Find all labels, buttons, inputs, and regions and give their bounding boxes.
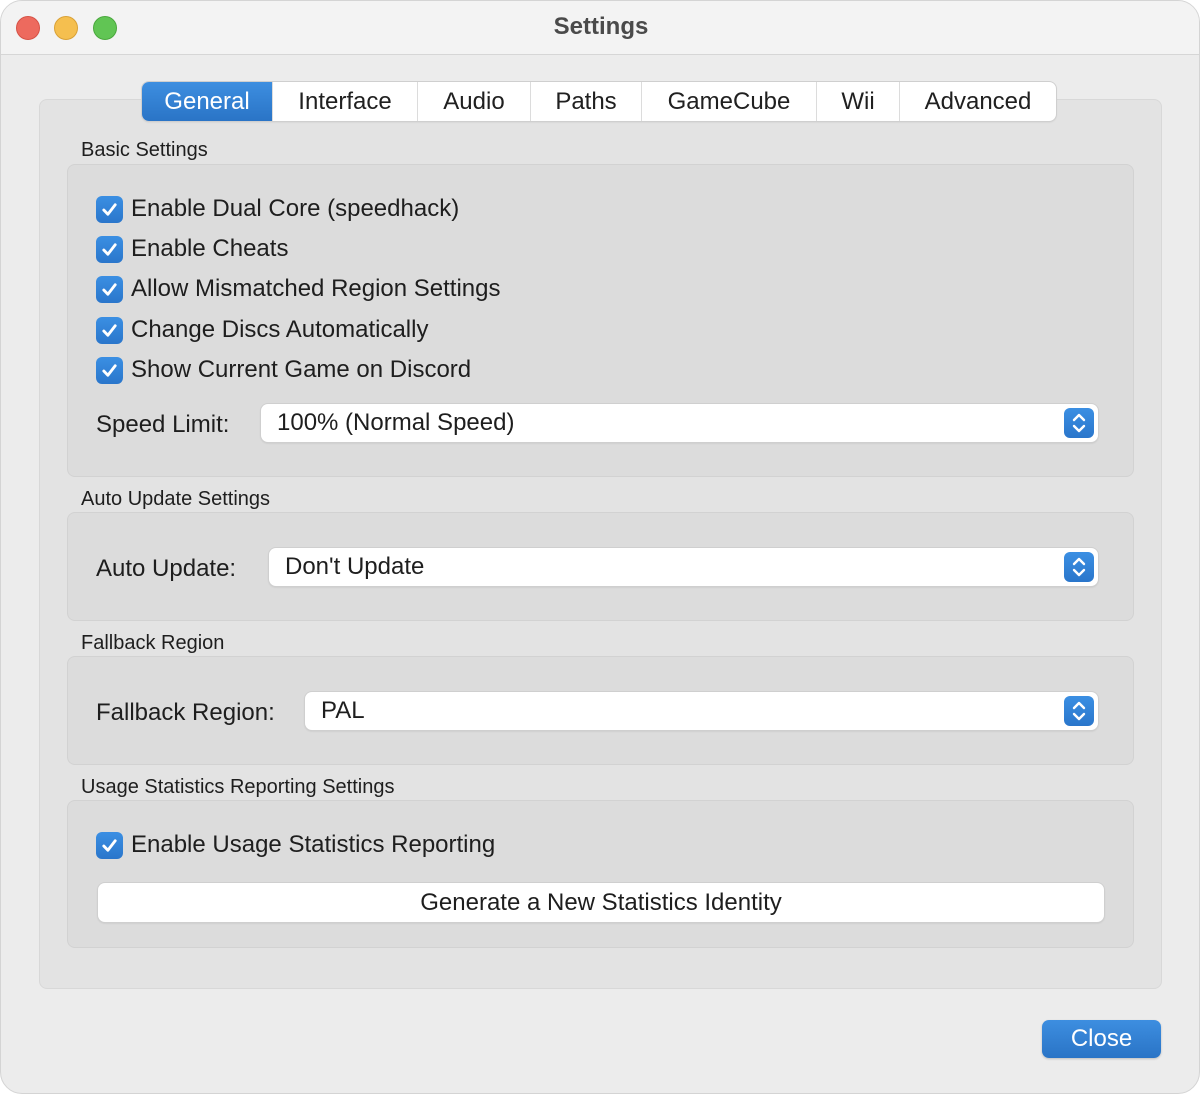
checkmark-icon: [102, 242, 117, 256]
basic-settings-title: Basic Settings: [81, 139, 208, 161]
usage-statistics-label: Enable Usage Statistics Reporting: [131, 831, 496, 858]
tab-interface[interactable]: Interface: [273, 82, 418, 121]
checkmark-icon: [102, 202, 117, 216]
tab-general[interactable]: General: [142, 82, 273, 121]
generate-statistics-identity-button[interactable]: Generate a New Statistics Identity: [98, 883, 1104, 922]
speed-limit-label: Speed Limit:: [96, 411, 230, 438]
tab-paths[interactable]: Paths: [531, 82, 642, 121]
up-down-chevron-icon: [1064, 408, 1094, 438]
fallback-region-value: PAL: [321, 697, 365, 724]
mismatched-region-checkbox[interactable]: [96, 275, 123, 303]
checkmark-icon: [102, 282, 117, 296]
auto-update-select[interactable]: Don't Update: [269, 548, 1098, 586]
tab-gamecube[interactable]: GameCube: [642, 82, 817, 121]
change-discs-checkbox-row[interactable]: Change Discs Automatically: [96, 315, 428, 345]
auto-update-settings-title: Auto Update Settings: [81, 488, 271, 510]
tab-audio[interactable]: Audio: [418, 82, 531, 121]
usage-statistics-group: [67, 800, 1134, 948]
tab-advanced[interactable]: Advanced: [900, 82, 1056, 121]
auto-update-value: Don't Update: [285, 553, 425, 580]
usage-statistics-checkbox-row[interactable]: Enable Usage Statistics Reporting: [96, 830, 495, 860]
fallback-region-label: Fallback Region:: [96, 699, 275, 726]
fallback-region-select[interactable]: PAL: [305, 692, 1098, 730]
discord-checkbox-row[interactable]: Show Current Game on Discord: [96, 355, 471, 385]
speed-limit-select[interactable]: 100% (Normal Speed): [261, 404, 1098, 442]
tab-bar: General Interface Audio Paths GameCube W…: [142, 82, 1056, 121]
usage-statistics-title: Usage Statistics Reporting Settings: [81, 776, 395, 798]
window-title: Settings: [553, 13, 649, 40]
discord-checkbox[interactable]: [96, 356, 123, 384]
mismatched-region-label: Allow Mismatched Region Settings: [131, 275, 501, 302]
cheats-checkbox[interactable]: [96, 235, 123, 263]
fallback-region-title: Fallback Region: [81, 632, 225, 654]
dual-core-label: Enable Dual Core (speedhack): [131, 195, 460, 222]
auto-update-label: Auto Update:: [96, 555, 237, 582]
dual-core-checkbox[interactable]: [96, 195, 123, 223]
cheats-checkbox-row[interactable]: Enable Cheats: [96, 234, 288, 264]
up-down-chevron-icon: [1064, 696, 1094, 726]
change-discs-label: Change Discs Automatically: [131, 316, 429, 343]
settings-window: Settings General Interface Audio Paths G…: [0, 0, 1200, 1094]
checkmark-icon: [102, 363, 117, 377]
up-down-chevron-icon: [1064, 552, 1094, 582]
mismatched-region-checkbox-row[interactable]: Allow Mismatched Region Settings: [96, 274, 501, 304]
dual-core-checkbox-row[interactable]: Enable Dual Core (speedhack): [96, 194, 459, 224]
discord-label: Show Current Game on Discord: [131, 356, 472, 383]
tab-wii[interactable]: Wii: [817, 82, 900, 121]
checkmark-icon: [102, 323, 117, 337]
usage-statistics-checkbox[interactable]: [96, 831, 123, 859]
cheats-label: Enable Cheats: [131, 235, 289, 262]
speed-limit-value: 100% (Normal Speed): [277, 409, 515, 436]
checkmark-icon: [102, 838, 117, 852]
close-button[interactable]: Close: [1042, 1020, 1161, 1058]
title-bar[interactable]: Settings: [1, 1, 1199, 55]
change-discs-checkbox[interactable]: [96, 316, 123, 344]
